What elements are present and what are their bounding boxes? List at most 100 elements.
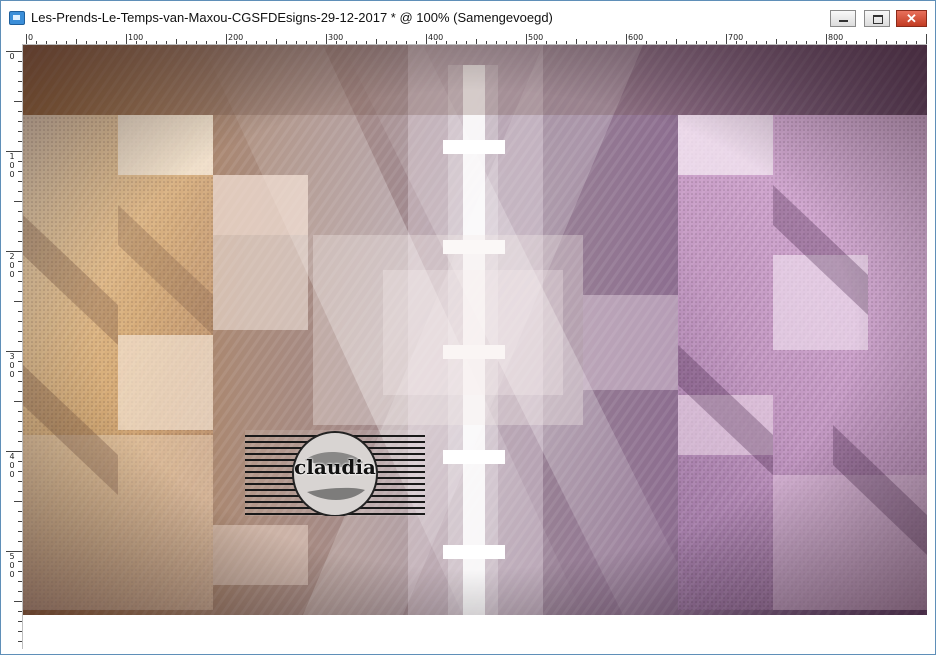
ruler-tick xyxy=(786,41,787,44)
ruler-tick xyxy=(656,41,657,44)
ruler-tick xyxy=(466,41,467,44)
ruler-tick xyxy=(686,41,687,44)
ruler-tick xyxy=(456,41,457,44)
ruler-tick xyxy=(106,41,107,44)
minimize-button[interactable] xyxy=(830,10,856,27)
image-window: Les-Prends-Le-Temps-van-Maxou-CGSFDEsign… xyxy=(0,0,936,655)
ruler-tick xyxy=(606,41,607,44)
title-bar[interactable]: Les-Prends-Le-Temps-van-Maxou-CGSFDEsign… xyxy=(1,1,935,34)
ruler-tick xyxy=(18,471,22,472)
ruler-tick xyxy=(18,291,22,292)
ruler-tick xyxy=(18,111,22,112)
ruler-tick xyxy=(18,91,22,92)
ruler-tick xyxy=(18,321,22,322)
close-button[interactable]: ✕ xyxy=(896,10,927,27)
ruler-tick xyxy=(18,191,22,192)
ruler-tick xyxy=(506,41,507,44)
ruler-tick xyxy=(386,41,387,44)
ruler-tick xyxy=(696,41,697,44)
vertical-ruler[interactable]: 0100200300400500 xyxy=(6,44,23,649)
ruler-tick xyxy=(186,41,187,44)
ruler-tick xyxy=(66,41,67,44)
ruler-tick xyxy=(18,571,22,572)
ruler-tick xyxy=(26,34,27,44)
ruler-label: 0 xyxy=(9,161,15,170)
ruler-label: 0 xyxy=(9,270,15,279)
ruler-tick xyxy=(526,34,527,44)
ruler-tick xyxy=(286,41,287,44)
ruler-label: 0 xyxy=(28,34,34,42)
ruler-tick xyxy=(18,421,22,422)
ruler-tick xyxy=(18,161,22,162)
ruler-tick xyxy=(576,39,577,44)
ruler-tick xyxy=(18,371,22,372)
ruler-tick xyxy=(18,131,22,132)
ruler-tick xyxy=(226,34,227,44)
ruler-tick xyxy=(646,41,647,44)
ruler-tick xyxy=(726,34,727,44)
ruler-tick xyxy=(446,41,447,44)
ruler-tick xyxy=(516,41,517,44)
ruler-tick xyxy=(18,581,22,582)
ruler-tick xyxy=(18,141,22,142)
ruler-tick xyxy=(426,34,427,44)
ruler-tick xyxy=(18,81,22,82)
ruler-tick xyxy=(18,181,22,182)
ruler-tick xyxy=(886,41,887,44)
ruler-tick xyxy=(116,41,117,44)
ruler-tick xyxy=(376,39,377,44)
ruler-tick xyxy=(926,34,927,44)
ruler-tick xyxy=(96,41,97,44)
image-canvas[interactable]: claudia xyxy=(23,45,927,649)
ruler-tick xyxy=(756,41,757,44)
ruler-label: 0 xyxy=(9,261,15,270)
ruler-label: 500 xyxy=(528,34,544,42)
ruler-tick xyxy=(18,311,22,312)
ruler-tick xyxy=(776,39,777,44)
ruler-label: 700 xyxy=(728,34,744,42)
ruler-tick xyxy=(14,301,22,302)
maximize-button[interactable] xyxy=(864,10,890,27)
ruler-tick xyxy=(816,41,817,44)
ruler-tick xyxy=(906,41,907,44)
ruler-label: 400 xyxy=(428,34,444,42)
ruler-tick xyxy=(146,41,147,44)
ruler-tick xyxy=(246,41,247,44)
ruler-tick xyxy=(616,41,617,44)
ruler-label: 600 xyxy=(628,34,644,42)
ruler-tick xyxy=(18,271,22,272)
ruler-tick xyxy=(356,41,357,44)
ruler-tick xyxy=(806,41,807,44)
ruler-tick xyxy=(916,41,917,44)
ruler-label: 800 xyxy=(828,34,844,42)
ruler-tick xyxy=(666,41,667,44)
ruler-tick xyxy=(14,601,22,602)
ruler-tick xyxy=(18,411,22,412)
ruler-tick xyxy=(826,34,827,44)
maximize-icon xyxy=(873,15,883,24)
ruler-tick xyxy=(18,71,22,72)
ruler-tick xyxy=(216,41,217,44)
ruler-tick xyxy=(18,611,22,612)
ruler-label: 4 xyxy=(9,452,15,461)
ruler-tick xyxy=(14,501,22,502)
horizontal-ruler[interactable]: 0 100 200 300 400 500 600 700 800 xyxy=(23,34,927,45)
ruler-tick xyxy=(18,211,22,212)
ruler-tick xyxy=(18,531,22,532)
ruler-tick xyxy=(366,41,367,44)
ruler-tick xyxy=(706,41,707,44)
ruler-tick xyxy=(18,231,22,232)
ruler-tick xyxy=(396,41,397,44)
ruler-tick xyxy=(846,41,847,44)
ruler-tick xyxy=(496,41,497,44)
ruler-label: 5 xyxy=(9,552,15,561)
ruler-tick xyxy=(18,331,22,332)
ruler-tick xyxy=(18,171,22,172)
ruler-tick xyxy=(18,591,22,592)
ruler-tick xyxy=(306,41,307,44)
ruler-tick xyxy=(18,341,22,342)
ruler-tick xyxy=(14,401,22,402)
ruler-tick xyxy=(18,461,22,462)
ruler-label: 0 xyxy=(9,170,15,179)
ruler-label: 0 xyxy=(9,461,15,470)
